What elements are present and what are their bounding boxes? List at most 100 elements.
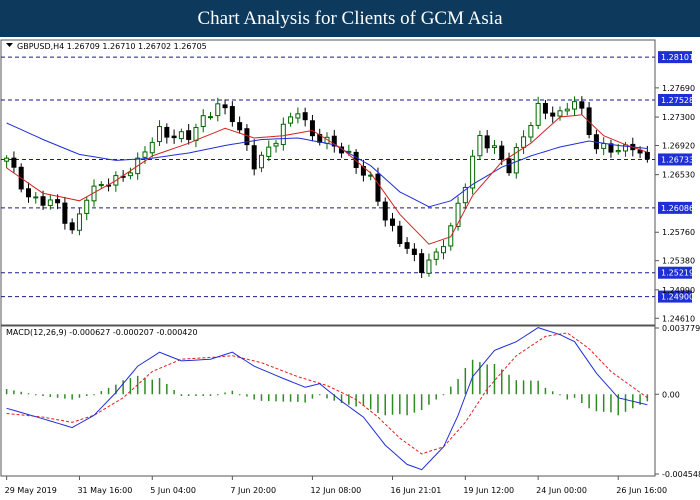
candle-body [178,131,184,140]
candle-body [521,136,527,148]
price-header-text: GBPUSD,H4 1.26709 1.26710 1.26702 1.2670… [17,42,207,51]
candle-body [251,145,257,170]
time-tick-label: 24 Jun 00:00 [536,486,587,495]
level-tag: 1.26733 [658,153,694,166]
level-tag-label: 1.26733 [661,155,694,164]
candle-body [542,103,548,114]
price-tick-label: 1.26530 [662,171,695,180]
macd-tick-label: 0.00 [662,390,680,399]
candle-body [200,115,206,128]
candle-body [157,126,163,143]
macd-header-text: MACD(12,26,9) -0.000627 -0.000207 -0.000… [6,328,198,337]
chart-background [0,37,700,500]
candle-body [62,202,68,224]
level-tag: 1.27528 [658,93,694,106]
level-tag: 1.26086 [658,201,694,214]
chart-canvas: 1.28101 1.27528 1.26733 1.26086 1.25219 1.249… [0,37,700,500]
candle-body [47,199,53,206]
candle-body [55,199,61,204]
time-tick-label: 26 Jun 16:00 [616,486,667,495]
price-header: GBPUSD,H4 1.26709 1.26710 1.26702 1.2670… [6,42,207,51]
candle-body [426,259,432,274]
candle-body [171,135,177,139]
candle-body [397,225,403,244]
macd-tick-label: 0.003779 [662,324,700,333]
candle-body [302,112,308,121]
price-tick-label: 1.26920 [662,141,695,150]
price-tick-label: 1.24610 [662,314,695,323]
level-tag-label: 1.28101 [661,53,694,62]
candle-body [644,151,650,160]
candle-body [84,199,90,214]
time-tick-label: 16 Jun 21:01 [391,486,442,495]
candle-body [382,201,388,221]
candle-body [193,127,199,141]
candle-body [98,184,104,187]
candle-body [164,126,170,138]
candle-body [258,154,264,169]
candle-body [266,146,272,157]
time-tick-label: 19 Jun 12:00 [463,486,514,495]
candle-body [149,141,155,154]
candle-body [564,108,570,112]
candle-body [506,158,512,174]
candle-body [142,151,148,158]
candle-body [484,135,490,149]
time-tick-label: 5 Jun 04:00 [150,486,196,495]
candle-body [186,130,192,140]
candle-body [273,142,279,147]
candle-body [4,157,10,162]
price-tick-label: 1.25760 [662,228,695,237]
price-tick-label: 1.24990 [662,286,695,295]
candle-body [33,196,39,199]
candle-body [608,143,614,153]
candle-body [440,246,446,254]
candle-body [491,145,497,148]
level-tag: 1.28101 [658,51,694,64]
candle-body [535,102,541,126]
candle-body [127,172,133,177]
level-tag: 1.25219 [658,266,694,279]
candle-body [411,248,417,255]
level-tag-label: 1.26086 [661,204,694,213]
candle-body [237,122,243,131]
time-tick-label: 7 Jun 20:00 [230,486,276,495]
time-tick-label: 29 May 2019 [5,486,57,495]
price-tick-label: 1.27300 [662,113,695,122]
level-tag-label: 1.25219 [661,269,694,278]
candle-body [390,218,396,226]
candle-body [280,123,286,145]
time-tick-label: 31 May 16:00 [77,486,132,495]
candle-body [309,120,315,137]
candle-body [528,124,534,138]
candle-body [208,116,214,119]
candle-body [375,173,381,202]
candle-body [229,106,235,123]
candle-body [557,110,563,117]
candle-body [404,242,410,249]
candle-body [69,222,75,231]
candle-body [215,103,221,117]
candle-body [579,101,585,109]
candle-body [550,112,556,117]
chart-banner: Chart Analysis for Clients of GCM Asia [0,0,700,37]
candle-body [222,104,228,109]
candle-body [572,101,578,110]
price-tick-label: 1.27690 [662,84,695,93]
price-tick-label: 1.25380 [662,257,695,266]
candle-body [288,116,294,124]
candle-body [419,253,425,274]
candle-body [601,143,607,149]
time-tick-label: 12 Jun 08:00 [310,486,361,495]
candle-body [615,150,621,153]
candle-body [25,188,31,198]
candle-body [295,113,301,119]
candle-body [499,145,505,160]
candle-body [40,196,46,206]
level-tag-label: 1.27528 [661,96,694,105]
candle-body [76,213,82,231]
candle-body [477,135,483,157]
macd-tick-label: -0.004548 [662,470,700,479]
banner-title: Chart Analysis for Clients of GCM Asia [197,7,503,29]
candle-body [11,157,17,168]
